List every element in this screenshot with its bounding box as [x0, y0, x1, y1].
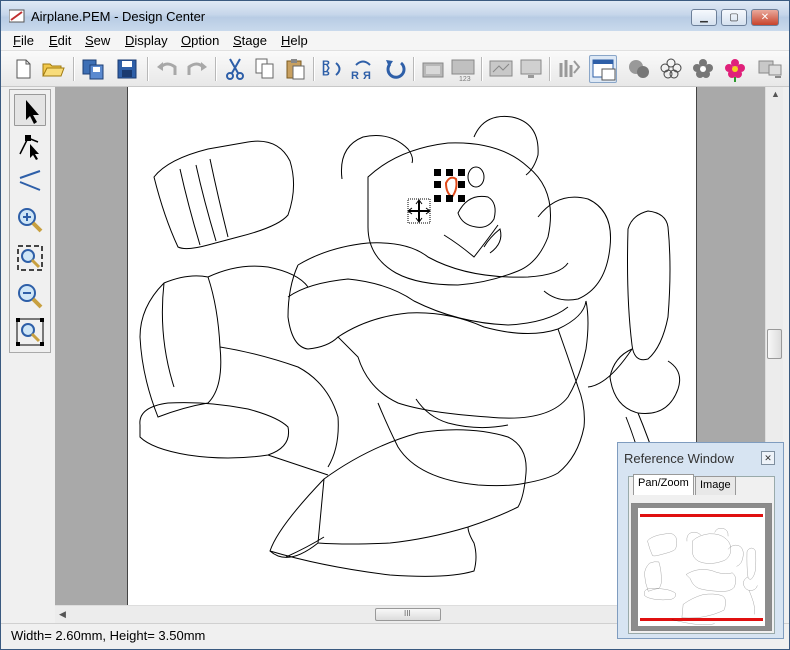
folder-icon[interactable]	[419, 55, 447, 83]
svg-text:Я: Я	[363, 70, 371, 82]
window-title: Airplane.PEM - Design Center	[31, 9, 206, 24]
bear-airplane-design[interactable]	[128, 87, 698, 605]
zoom-real-size-icon[interactable]	[14, 316, 46, 348]
reference-window-title: Reference Window	[624, 451, 734, 466]
menu-file[interactable]: File	[13, 33, 34, 48]
svg-text:R: R	[322, 65, 330, 77]
minimize-button[interactable]: ▁	[691, 9, 717, 26]
zoom-in-icon[interactable]	[14, 204, 46, 236]
new-file-icon[interactable]	[9, 55, 37, 83]
zoom-out-icon[interactable]	[14, 280, 46, 312]
size-readout: Width= 2.60mm, Height= 3.50mm	[11, 628, 206, 643]
stage-line-icon[interactable]	[657, 55, 685, 83]
scroll-up-icon[interactable]: ▲	[771, 89, 780, 99]
menu-display[interactable]: Display	[125, 33, 168, 48]
close-button[interactable]: ✕	[751, 9, 779, 26]
reference-preview[interactable]	[631, 503, 772, 631]
transfer-icon[interactable]	[757, 55, 785, 83]
slides-icon[interactable]	[487, 55, 515, 83]
menu-bar: File Edit Sew Display Option Stage Help	[1, 31, 789, 51]
redo-icon[interactable]	[183, 55, 211, 83]
stage-figure-icon[interactable]	[689, 55, 717, 83]
reference-panel: Pan/Zoom Image	[628, 474, 775, 634]
tab-pan-zoom[interactable]: Pan/Zoom	[633, 474, 694, 495]
save-icon[interactable]	[113, 55, 141, 83]
vertical-scroll-thumb[interactable]	[767, 329, 782, 359]
import-icon[interactable]	[79, 55, 107, 83]
reference-close-button[interactable]: ✕	[761, 451, 775, 465]
design-page[interactable]	[127, 87, 697, 605]
stage-original-icon[interactable]	[625, 55, 653, 83]
menu-edit[interactable]: Edit	[49, 33, 71, 48]
move-cursor-icon	[407, 198, 431, 224]
selected-object[interactable]	[434, 169, 465, 202]
stitch-icon[interactable]	[555, 55, 583, 83]
menu-sew[interactable]: Sew	[85, 33, 110, 48]
mirror-horizontal-icon[interactable]: RR	[319, 55, 347, 83]
tab-image[interactable]: Image	[695, 476, 736, 495]
mirror-vertical-icon[interactable]: RЯ	[349, 55, 377, 83]
monitor-icon[interactable]	[517, 55, 545, 83]
title-bar[interactable]: Airplane.PEM - Design Center ▁ ▢ ✕	[1, 1, 789, 31]
menu-option[interactable]: Option	[181, 33, 219, 48]
open-folder-icon[interactable]	[39, 55, 67, 83]
copy-icon[interactable]	[251, 55, 279, 83]
horizontal-scroll-thumb[interactable]: III	[375, 608, 441, 621]
paste-icon[interactable]	[281, 55, 309, 83]
main-toolbar: RR RЯ 123	[1, 51, 789, 87]
svg-text:R: R	[351, 70, 359, 82]
numbered-icon[interactable]: 123	[449, 55, 477, 83]
design-center-window: Airplane.PEM - Design Center ▁ ▢ ✕ File …	[0, 0, 790, 650]
fit-to-page-icon[interactable]	[14, 242, 46, 274]
rotate-icon[interactable]	[381, 55, 409, 83]
select-arrow-icon[interactable]	[14, 94, 46, 126]
svg-text:123: 123	[459, 76, 471, 83]
reference-window-icon[interactable]	[589, 55, 617, 83]
stage-embroidery-icon[interactable]	[721, 55, 749, 83]
undo-icon[interactable]	[153, 55, 181, 83]
reference-window[interactable]: Reference Window ✕ Pan/Zoom Image	[617, 442, 784, 639]
point-edit-icon[interactable]	[14, 130, 46, 162]
menu-stage[interactable]: Stage	[233, 33, 267, 48]
line-tool-icon[interactable]	[14, 166, 46, 198]
menu-help[interactable]: Help	[281, 33, 308, 48]
maximize-button[interactable]: ▢	[721, 9, 747, 26]
tool-palette	[9, 89, 51, 353]
app-icon	[9, 9, 25, 23]
scroll-left-icon[interactable]: ◀	[59, 609, 66, 620]
cut-icon[interactable]	[221, 55, 249, 83]
